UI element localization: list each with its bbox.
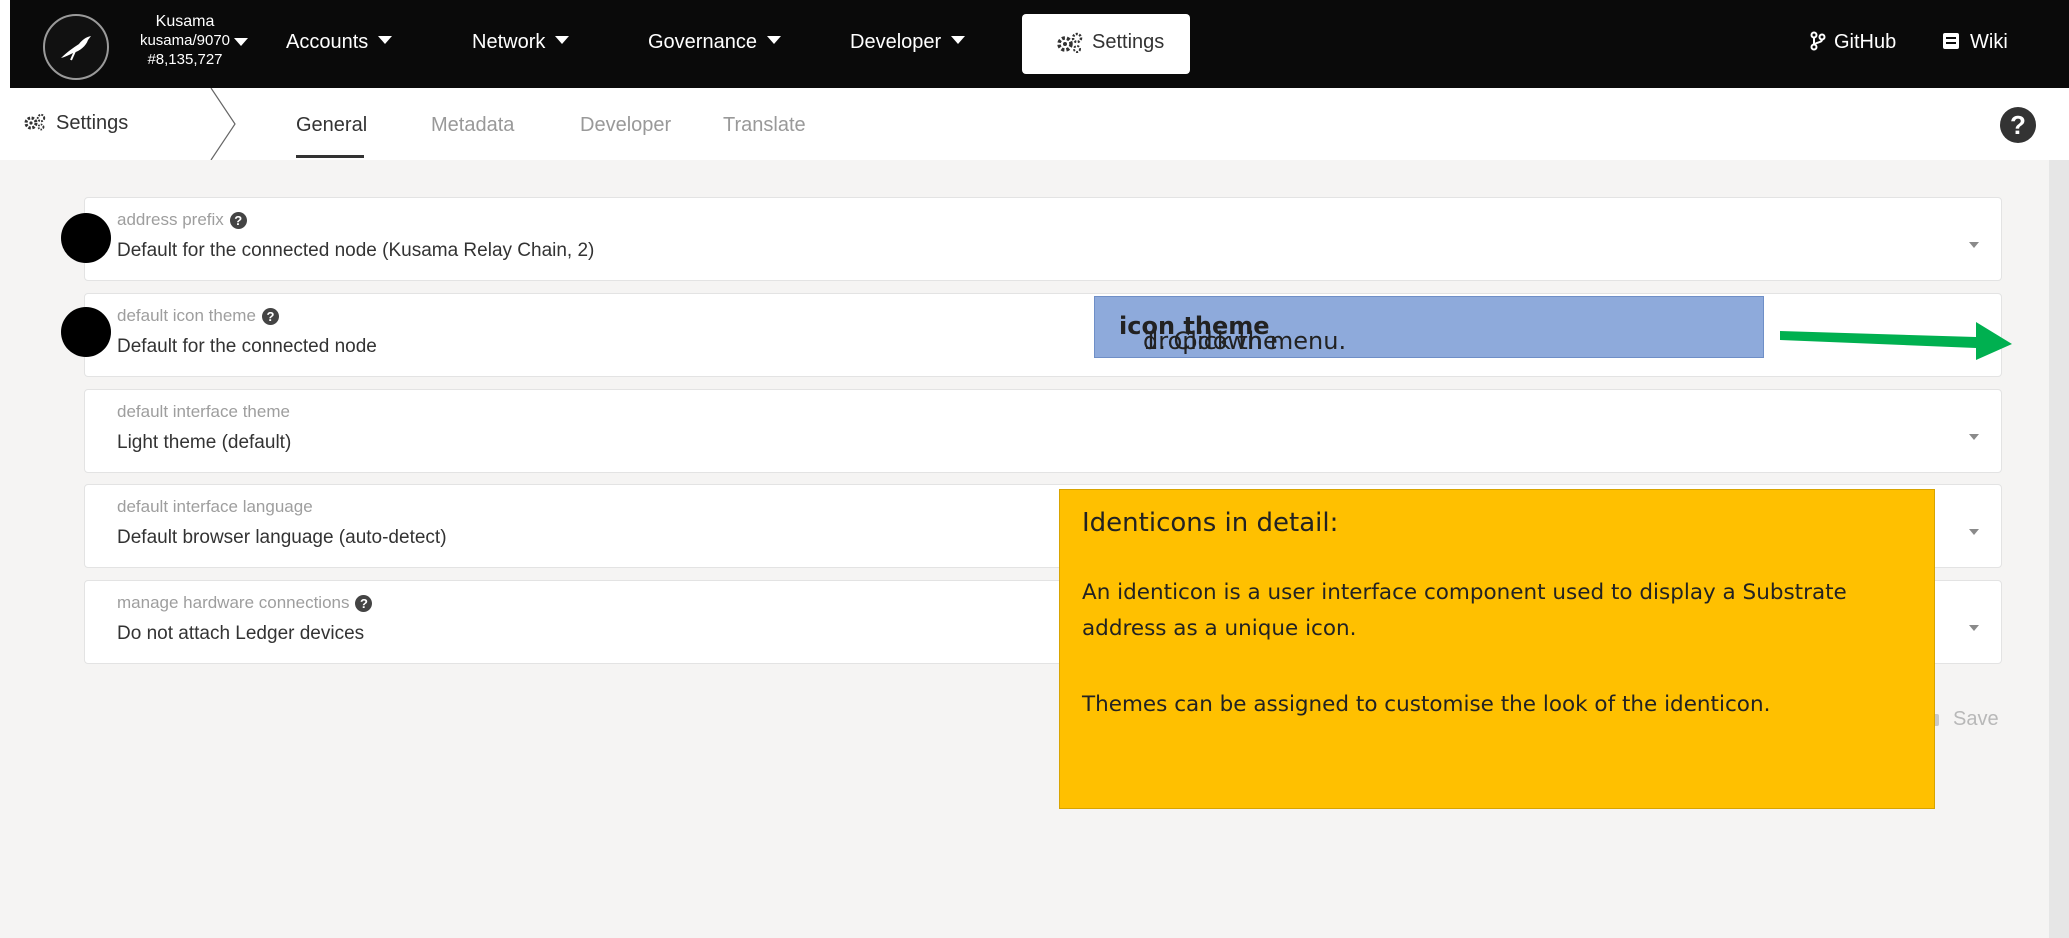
nav-network-label: Network xyxy=(472,31,546,53)
nav-developer[interactable]: Developer xyxy=(850,31,966,54)
chevron-down-icon xyxy=(555,36,570,44)
tab-metadata[interactable]: Metadata xyxy=(431,114,514,137)
breadcrumb-label: Settings xyxy=(56,112,129,134)
chain-chevron-down-icon[interactable] xyxy=(234,38,248,46)
dropdown-label: address prefix? xyxy=(117,210,247,230)
nav-governance-label: Governance xyxy=(648,31,757,53)
page: Kusama kusama/9070 #8,135,727 Accounts N… xyxy=(0,0,2069,938)
save-label: Save xyxy=(1953,708,1999,730)
wiki-label: Wiki xyxy=(1970,31,2008,53)
dropdown-interface-theme[interactable]: default interface theme Light theme (def… xyxy=(84,389,2002,473)
breadcrumb: Settings xyxy=(24,112,128,137)
breadcrumb-separator-icon xyxy=(210,88,236,160)
info-callout-paragraph: An identicon is a user interface compone… xyxy=(1082,580,1847,641)
github-label: GitHub xyxy=(1834,31,1897,53)
book-icon xyxy=(1943,33,1959,49)
info-callout-title: Identicons in detail: xyxy=(1082,508,1339,538)
help-icon[interactable]: ? xyxy=(2000,107,2036,143)
gears-icon xyxy=(1056,32,1084,60)
identicon-placeholder xyxy=(61,213,111,263)
info-callout-paragraph: Themes can be assigned to customise the … xyxy=(1082,692,1771,717)
nav-developer-label: Developer xyxy=(850,31,942,53)
chain-node: kusama/9070 xyxy=(139,32,231,49)
dropdown-value: Do not attach Ledger devices xyxy=(117,623,365,644)
chevron-down-icon xyxy=(951,36,966,44)
nav-accounts-label: Accounts xyxy=(286,31,369,53)
nav-accounts[interactable]: Accounts xyxy=(286,31,393,54)
chevron-down-icon xyxy=(766,36,781,44)
help-icon[interactable]: ? xyxy=(229,212,247,229)
save-button[interactable]: Save xyxy=(1928,708,1999,731)
block-number: #8,135,727 xyxy=(147,51,223,68)
wiki-link[interactable]: Wiki xyxy=(1942,31,2008,54)
info-callout: Identicons in detail: An identicon is a … xyxy=(1059,489,1935,809)
nav-settings[interactable]: Settings xyxy=(1022,14,1190,74)
tab-developer[interactable]: Developer xyxy=(580,114,671,137)
dropdown-arrow-icon[interactable] xyxy=(1969,434,1979,440)
tab-translate[interactable]: Translate xyxy=(723,114,806,137)
dropdown-value: Light theme (default) xyxy=(117,432,292,453)
github-link[interactable]: GitHub xyxy=(1810,31,1896,54)
dropdown-value: Default for the connected node xyxy=(117,336,377,357)
chain-selector[interactable]: Kusama kusama/9070 #8,135,727 xyxy=(120,12,250,69)
identicon-placeholder xyxy=(61,307,111,357)
help-icon[interactable]: ? xyxy=(355,595,373,612)
dropdown-value: Default for the connected node (Kusama R… xyxy=(117,240,595,261)
arrow-right-icon xyxy=(1780,322,2012,360)
chain-name: Kusama xyxy=(155,13,215,30)
nav-settings-label: Settings xyxy=(1092,31,1165,53)
tab-general[interactable]: General xyxy=(296,114,367,137)
dropdown-label: default interface theme xyxy=(117,402,290,421)
dropdown-label: manage hardware connections? xyxy=(117,593,373,613)
chevron-down-icon xyxy=(378,36,393,44)
scrollbar[interactable] xyxy=(2049,160,2069,938)
dropdown-arrow-icon[interactable] xyxy=(1969,529,1979,535)
dropdown-label: default icon theme? xyxy=(117,306,279,326)
dropdown-value: Default browser language (auto-detect) xyxy=(117,527,447,548)
dropdown-label: default interface language xyxy=(117,497,313,516)
kusama-logo-icon[interactable] xyxy=(43,14,109,80)
step-callout-text: 1. Click the icon theme dropdown menu. xyxy=(1119,312,1347,355)
dropdown-arrow-icon[interactable] xyxy=(1969,242,1979,248)
nav-network[interactable]: Network xyxy=(472,31,570,54)
help-icon[interactable]: ? xyxy=(261,308,279,325)
active-tab-indicator xyxy=(296,155,364,158)
dropdown-arrow-icon[interactable] xyxy=(1969,625,1979,631)
branch-icon xyxy=(1810,31,1826,51)
dropdown-address-prefix[interactable]: address prefix? Default for the connecte… xyxy=(84,197,2002,281)
settings-tabs-bar: Settings General Metadata Developer Tran… xyxy=(0,88,2069,161)
top-navbar: Kusama kusama/9070 #8,135,727 Accounts N… xyxy=(10,0,2069,88)
nav-governance[interactable]: Governance xyxy=(648,31,781,54)
gears-icon xyxy=(24,113,46,137)
step-callout: 1. Click the icon theme dropdown menu. xyxy=(1094,296,1764,358)
